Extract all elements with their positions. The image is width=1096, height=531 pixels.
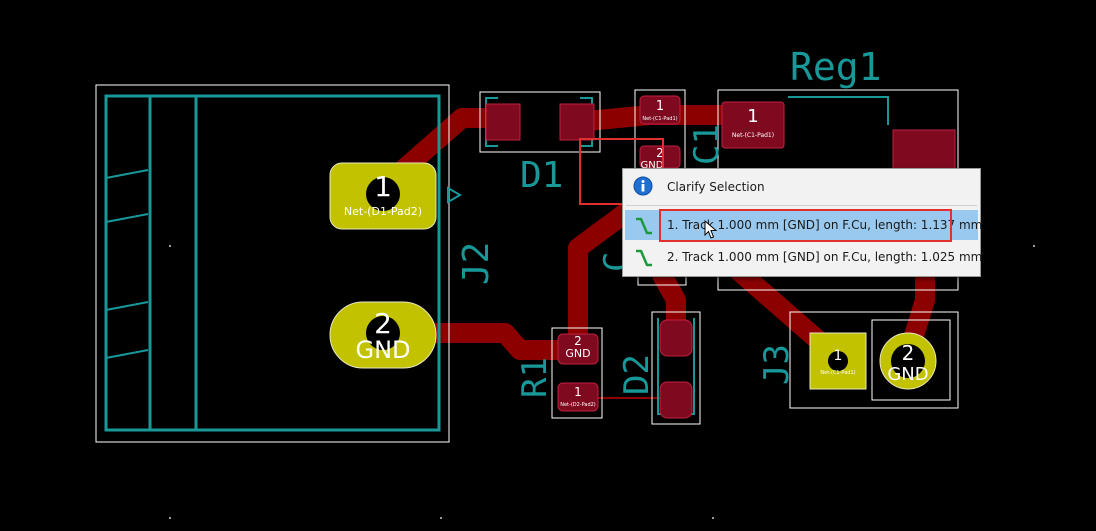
track-icon — [636, 217, 652, 235]
ref-d1: D1 — [520, 155, 563, 196]
c1-pad1-number: 1 — [656, 99, 664, 114]
ref-reg1: Reg1 — [790, 45, 882, 89]
r1-pad1-net: Net-(D2-Pad2) — [560, 402, 596, 408]
j2-pad1-number: 1 — [374, 170, 392, 203]
ref-c1: C1 — [687, 124, 727, 165]
r1-pad2-net: GND — [565, 347, 590, 360]
ref-r1: R1 — [515, 357, 555, 398]
j3-pad1-net: Net-(C1-Pad1) — [820, 370, 855, 376]
ref-j3: J3 — [757, 344, 797, 385]
r1-pad2-number: 2 — [574, 334, 582, 348]
j2-pad1-net: Net-(D1-Pad2) — [344, 205, 422, 218]
footprint-j2[interactable] — [95, 84, 462, 443]
track-icon — [636, 249, 652, 267]
j3-pad2-net: GND — [887, 364, 928, 385]
j3-pad2-number: 2 — [902, 341, 915, 365]
reg1-pad-tab — [892, 129, 956, 171]
d1-pad-2 — [559, 103, 595, 141]
j2-pad2-net: GND — [355, 336, 410, 364]
j3-pad1-number: 1 — [834, 348, 843, 364]
r1-pad1-number: 1 — [574, 385, 582, 399]
menu-item-track-1[interactable]: 1. Track 1.000 mm [GND] on F.Cu, length:… — [625, 210, 982, 240]
ref-j2: J2 — [456, 242, 497, 285]
menu-item-track-2[interactable]: 2. Track 1.000 mm [GND] on F.Cu, length:… — [625, 242, 982, 272]
c1-pad2-number: 2 — [656, 146, 664, 160]
c1-pad1-net: Net-(C1-Pad1) — [642, 116, 677, 122]
d2-pad-1 — [659, 319, 693, 357]
menu-item-label: 2. Track 1.000 mm [GND] on F.Cu, length:… — [667, 250, 983, 264]
menu-title: Clarify Selection — [667, 180, 765, 194]
footprint-d2[interactable] — [651, 311, 701, 425]
footprint-d1[interactable] — [479, 91, 601, 153]
menu-title-row: Clarify Selection — [623, 169, 980, 205]
d1-pad-1 — [485, 103, 521, 141]
mouse-cursor-icon — [704, 220, 718, 239]
ref-d2: D2 — [617, 354, 657, 395]
reg1-pad1-number: 1 — [747, 106, 758, 127]
reg1-pad1-net: Net-(C1-Pad1) — [732, 132, 774, 139]
clarify-selection-menu: Clarify Selection 1. Track 1.000 mm [GND… — [622, 168, 982, 277]
info-icon — [633, 176, 653, 196]
menu-separator — [626, 205, 977, 206]
d2-pad-2 — [659, 381, 693, 419]
